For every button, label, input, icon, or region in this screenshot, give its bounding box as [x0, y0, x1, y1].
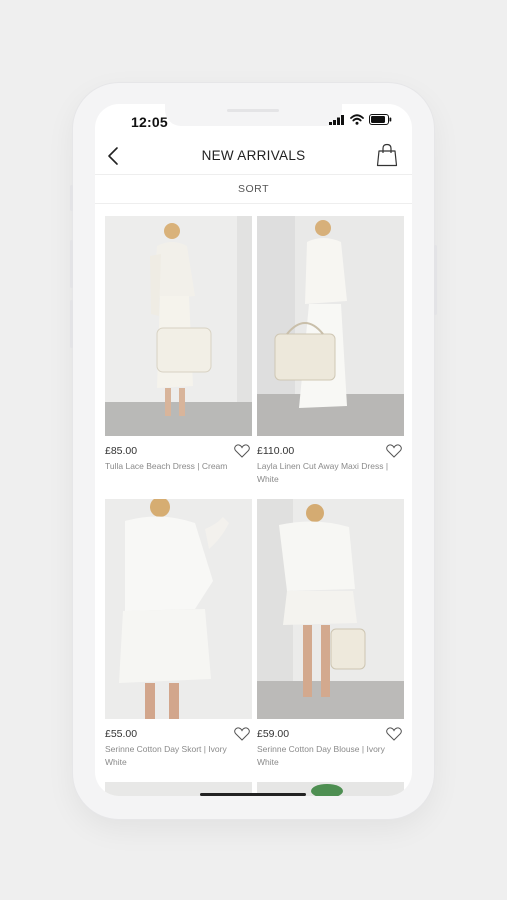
signal-icon: [329, 114, 344, 125]
sort-button[interactable]: SORT: [95, 175, 412, 204]
heart-icon[interactable]: [386, 727, 402, 746]
app-screen: 12:05 NEW ARRIVALS SORT £85.00 Tulla Lac…: [95, 104, 412, 796]
status-time: 12:05: [131, 114, 168, 130]
heart-icon[interactable]: [386, 444, 402, 463]
phone-side-button: [70, 185, 73, 211]
phone-power-button: [434, 245, 437, 315]
product-card[interactable]: £85.00 Tulla Lace Beach Dress | Cream: [105, 216, 252, 473]
page-title: NEW ARRIVALS: [201, 148, 306, 163]
product-card[interactable]: £110.00 Layla Linen Cut Away Maxi Dress …: [257, 216, 404, 485]
product-price: £85.00: [105, 445, 138, 457]
product-name: Serinne Cotton Day Blouse | Ivory White: [257, 744, 385, 767]
battery-icon: [369, 114, 392, 125]
product-name: Layla Linen Cut Away Maxi Dress | White: [257, 461, 389, 484]
product-card[interactable]: £59.00 Serinne Cotton Day Blouse | Ivory…: [257, 499, 404, 768]
notch: [165, 104, 342, 126]
shopping-bag-icon[interactable]: [376, 143, 398, 172]
product-name: Tulla Lace Beach Dress | Cream: [105, 461, 228, 471]
heart-icon[interactable]: [234, 727, 250, 746]
wifi-icon: [350, 114, 364, 125]
phone-volume-down-button: [70, 300, 73, 348]
product-name: Serinne Cotton Day Skort | Ivory White: [105, 744, 227, 767]
product-image[interactable]: [105, 216, 252, 436]
heart-icon[interactable]: [234, 444, 250, 463]
home-indicator[interactable]: [200, 793, 306, 796]
product-price: £110.00: [257, 445, 295, 457]
product-image[interactable]: [257, 216, 404, 436]
product-price: £59.00: [257, 728, 290, 740]
speaker: [227, 109, 279, 112]
status-icons: [329, 114, 392, 125]
app-header: NEW ARRIVALS: [95, 138, 412, 175]
phone-volume-up-button: [70, 240, 73, 288]
product-image[interactable]: [105, 499, 252, 719]
product-image[interactable]: [257, 499, 404, 719]
product-price: £55.00: [105, 728, 138, 740]
product-card[interactable]: £55.00 Serinne Cotton Day Skort | Ivory …: [105, 499, 252, 768]
